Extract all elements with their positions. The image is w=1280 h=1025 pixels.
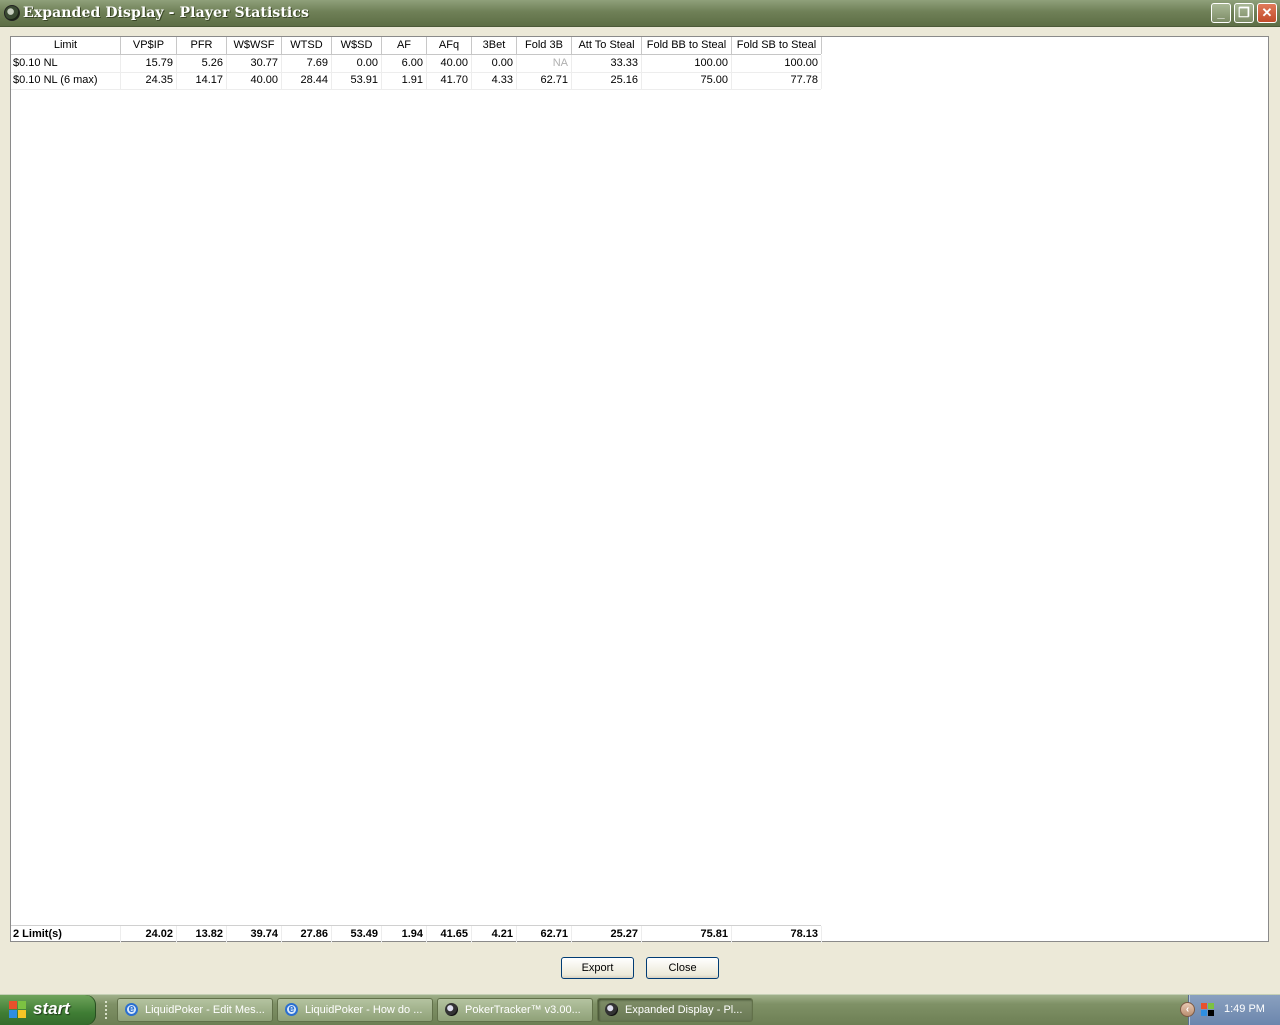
table-row[interactable]: $0.10 NL (6 max) 24.35 14.17 40.00 28.44… [11,72,822,90]
taskbar-grip[interactable] [105,1001,111,1019]
ie-icon: e [125,1003,138,1016]
cell-vpip: 15.79 [121,55,177,72]
cell-fold-3b: 62.71 [517,72,572,89]
taskbar-item-label: LiquidPoker - How do ... [305,1004,423,1016]
cell-att-to-steal: 33.33 [572,55,642,72]
window-title: Expanded Display - Player Statistics [23,5,309,21]
col-header-limit[interactable]: Limit [11,37,121,54]
cell-fold-sb-steal: 77.78 [732,72,822,89]
grid-header: Limit VP$IP PFR W$WSF WTSD W$SD AF AFq 3… [11,37,822,55]
total-fold-3b: 62.71 [517,926,572,943]
total-afq: 41.65 [427,926,472,943]
start-button[interactable]: start [0,995,96,1025]
minimize-button[interactable]: _ [1211,3,1231,23]
col-header-wtsd[interactable]: WTSD [282,37,332,54]
total-af: 1.94 [382,926,427,943]
taskbar-item-pokertracker[interactable]: PokerTracker™ v3.00... [437,998,593,1022]
ie-icon: e [285,1003,298,1016]
taskbar: start e LiquidPoker - Edit Mes... e Liqu… [0,994,1280,1025]
close-window-button[interactable]: ✕ [1257,3,1277,23]
total-wtsd: 27.86 [282,926,332,943]
cell-wsd: 53.91 [332,72,382,89]
pokertracker-icon [605,1003,618,1016]
col-header-afq[interactable]: AFq [427,37,472,54]
col-header-wwsf[interactable]: W$WSF [227,37,282,54]
cell-wtsd: 7.69 [282,55,332,72]
windows-flag-icon[interactable] [1201,1003,1214,1016]
cell-limit: $0.10 NL (6 max) [11,72,121,89]
cell-fold-bb-steal: 75.00 [642,72,732,89]
col-header-af[interactable]: AF [382,37,427,54]
stats-grid[interactable]: Limit VP$IP PFR W$WSF WTSD W$SD AF AFq 3… [10,36,1269,943]
clock[interactable]: 1:49 PM [1224,1003,1265,1015]
cell-fold-sb-steal: 100.00 [732,55,822,72]
cell-af: 6.00 [382,55,427,72]
col-header-fold-3b[interactable]: Fold 3B [517,37,572,54]
taskbar-item-expanded-display[interactable]: Expanded Display - Pl... [597,998,753,1022]
cell-afq: 40.00 [427,55,472,72]
cell-att-to-steal: 25.16 [572,72,642,89]
cell-wtsd: 28.44 [282,72,332,89]
col-header-vpip[interactable]: VP$IP [121,37,177,54]
restore-button[interactable]: ❐ [1234,3,1254,23]
total-fold-sb-steal: 78.13 [732,926,822,943]
cell-3bet: 0.00 [472,55,517,72]
taskbar-item-label: PokerTracker™ v3.00... [465,1004,581,1016]
col-header-att-to-steal[interactable]: Att To Steal [572,37,642,54]
pokertracker-icon [445,1003,458,1016]
show-hidden-icons-chevron-icon[interactable]: ‹ [1180,1002,1195,1017]
cell-pfr: 14.17 [177,72,227,89]
col-header-fold-sb-steal[interactable]: Fold SB to Steal [732,37,822,54]
cell-wwsf: 40.00 [227,72,282,89]
totals-row: 2 Limit(s) 24.02 13.82 39.74 27.86 53.49… [11,925,822,943]
export-button[interactable]: Export [561,957,634,979]
total-3bet: 4.21 [472,926,517,943]
cell-3bet: 4.33 [472,72,517,89]
total-wwsf: 39.74 [227,926,282,943]
taskbar-item-liquidpoker-howdo[interactable]: e LiquidPoker - How do ... [277,998,433,1022]
table-row[interactable]: $0.10 NL 15.79 5.26 30.77 7.69 0.00 6.00… [11,55,822,73]
taskbar-item-label: LiquidPoker - Edit Mes... [145,1004,265,1016]
cell-pfr: 5.26 [177,55,227,72]
system-tray: ‹ 1:49 PM [1180,995,1280,1025]
cell-wwsf: 30.77 [227,55,282,72]
cell-vpip: 24.35 [121,72,177,89]
cell-afq: 41.70 [427,72,472,89]
total-pfr: 13.82 [177,926,227,943]
cell-wsd: 0.00 [332,55,382,72]
col-header-wsd[interactable]: W$SD [332,37,382,54]
cell-af: 1.91 [382,72,427,89]
col-header-3bet[interactable]: 3Bet [472,37,517,54]
total-att-to-steal: 25.27 [572,926,642,943]
taskbar-item-liquidpoker-edit[interactable]: e LiquidPoker - Edit Mes... [117,998,273,1022]
start-label: start [33,999,70,1018]
total-vpip: 24.02 [121,926,177,943]
close-button[interactable]: Close [646,957,719,979]
cell-fold-3b: NA [517,55,572,72]
windows-logo-icon [9,1001,27,1019]
total-wsd: 53.49 [332,926,382,943]
col-header-fold-bb-steal[interactable]: Fold BB to Steal [642,37,732,54]
cell-fold-bb-steal: 100.00 [642,55,732,72]
col-header-pfr[interactable]: PFR [177,37,227,54]
app-icon[interactable] [4,5,20,21]
total-fold-bb-steal: 75.81 [642,926,732,943]
taskbar-item-label: Expanded Display - Pl... [625,1004,743,1016]
title-bar: Expanded Display - Player Statistics _ ❐… [0,0,1280,27]
cell-limit: $0.10 NL [11,55,121,72]
total-limit-count: 2 Limit(s) [11,926,121,943]
